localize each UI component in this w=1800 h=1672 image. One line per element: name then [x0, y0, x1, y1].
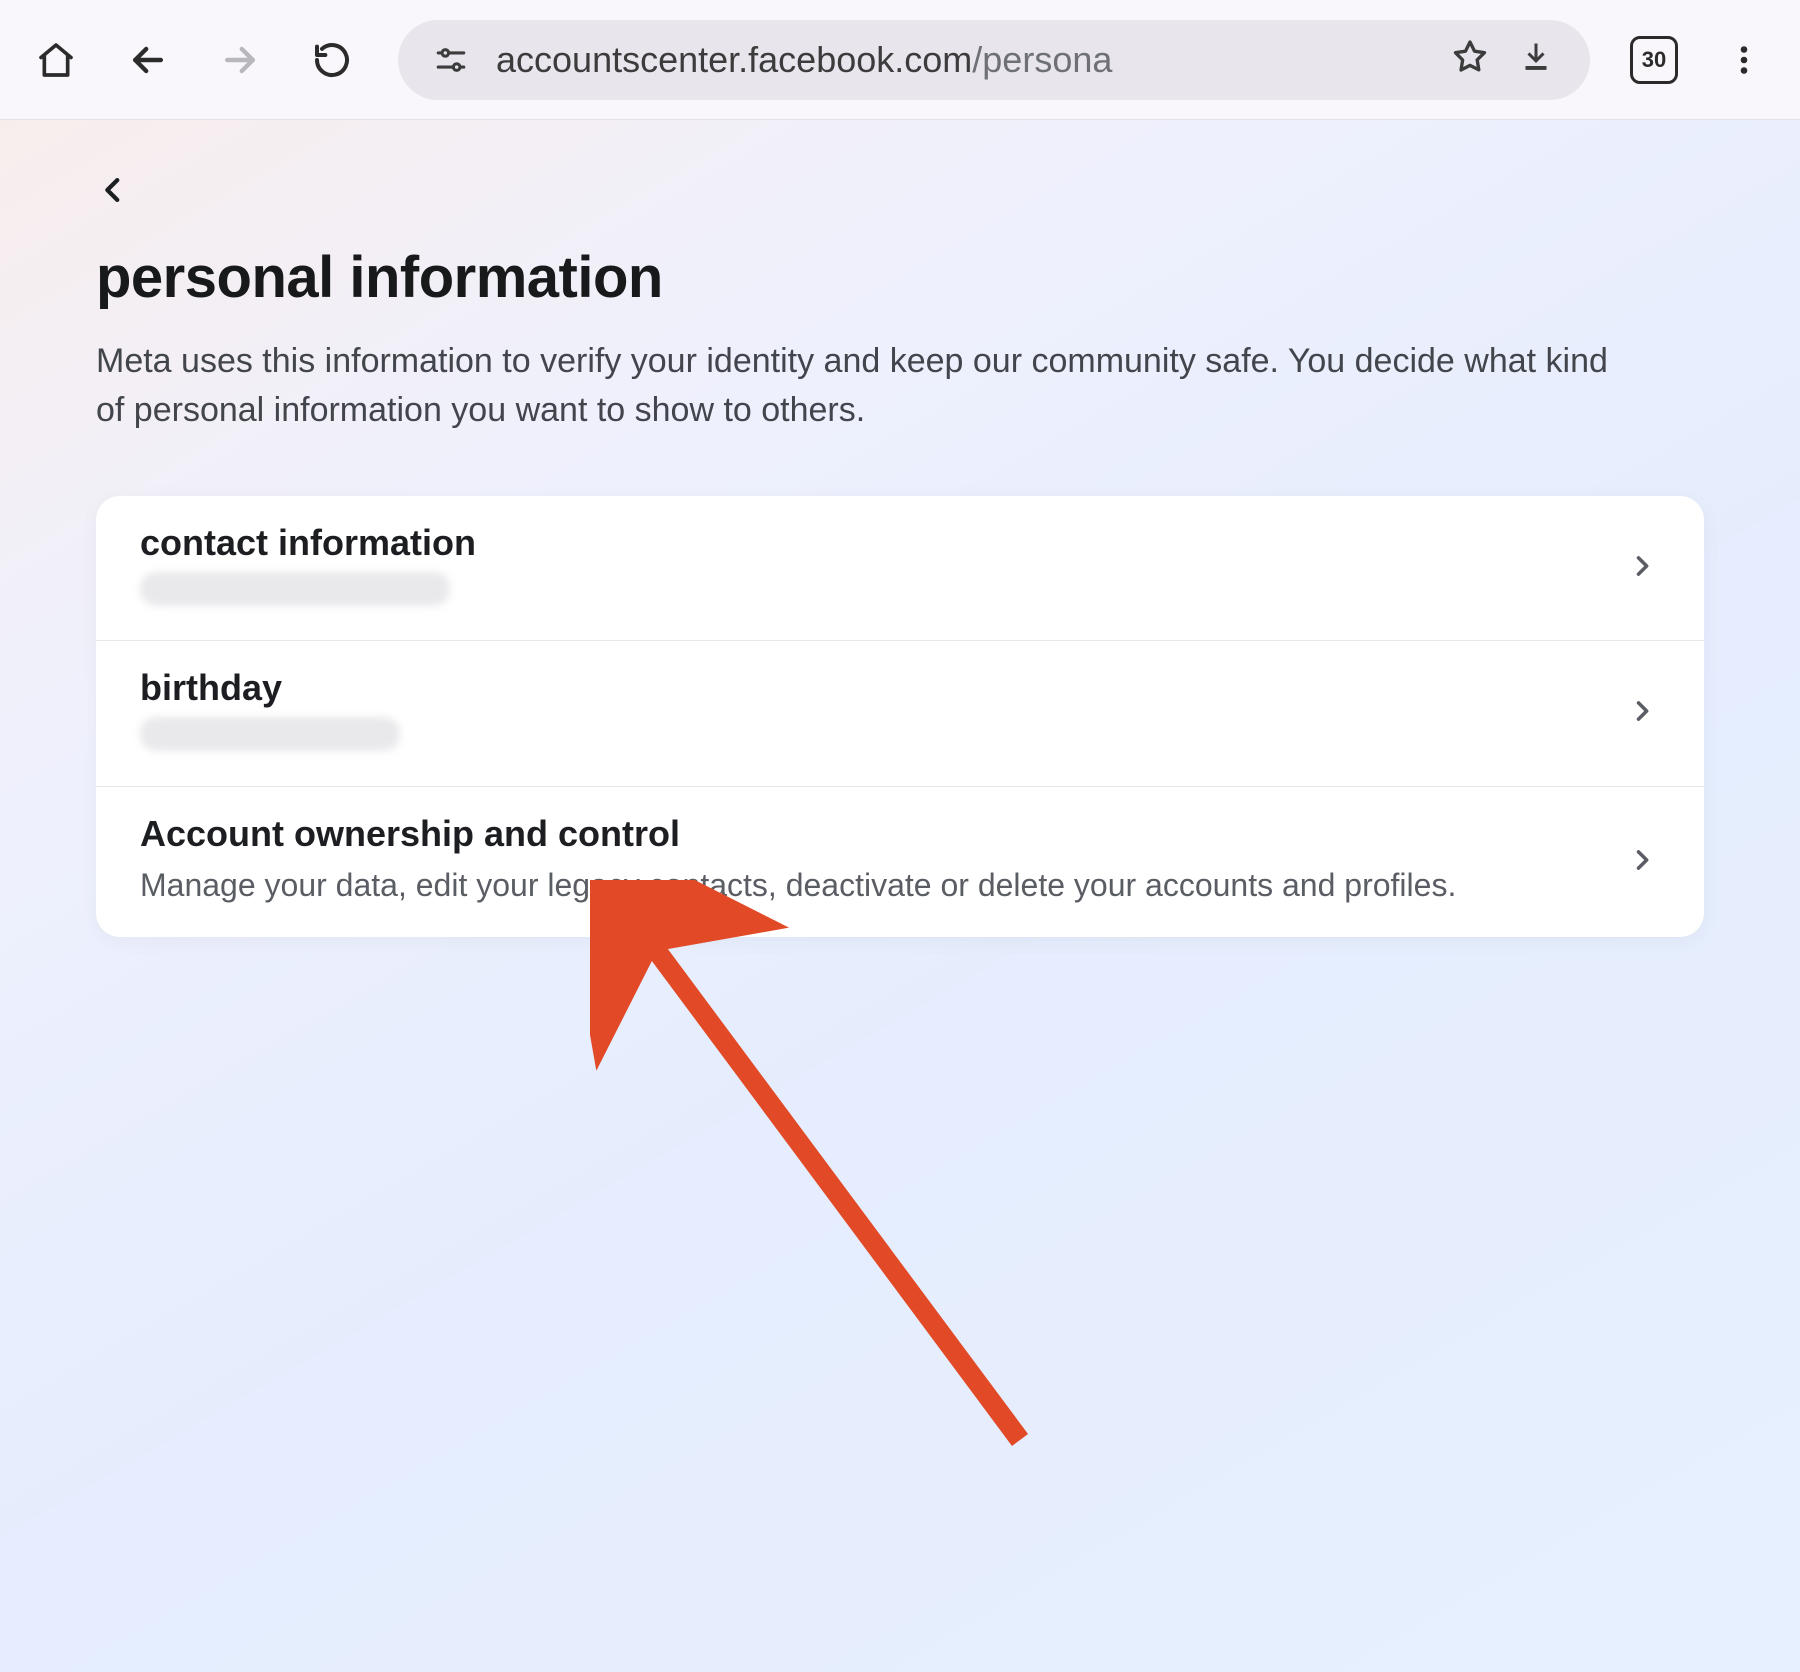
list-item-title: contact information: [140, 522, 1600, 564]
page-subtitle: Meta uses this information to verify you…: [96, 337, 1616, 436]
list-item-account-ownership[interactable]: Account ownership and control Manage you…: [96, 787, 1704, 938]
home-button[interactable]: [30, 34, 82, 86]
browser-forward-button[interactable]: [214, 34, 266, 86]
arrow-right-icon: [218, 38, 262, 82]
kebab-icon: [1726, 42, 1762, 78]
downloads-button[interactable]: [1518, 39, 1554, 80]
page-title: personal information: [96, 244, 1704, 311]
url-host: accountscenter.facebook.com: [496, 39, 972, 80]
reload-icon: [312, 40, 352, 80]
download-icon: [1518, 39, 1554, 80]
list-item-title: Account ownership and control: [140, 813, 1600, 855]
settings-card: contact information · birthday Account o…: [96, 496, 1704, 938]
url-text: accountscenter.facebook.com/persona: [496, 39, 1422, 81]
chevron-right-icon: [1624, 693, 1660, 729]
page-back-button[interactable]: [96, 168, 144, 216]
list-item-title: birthday: [140, 667, 1600, 709]
annotation-arrow-icon: [590, 880, 1050, 1480]
browser-back-button[interactable]: [122, 34, 174, 86]
tab-count-button[interactable]: 30: [1630, 36, 1678, 84]
url-path: /persona: [972, 39, 1112, 80]
list-item-birthday[interactable]: birthday: [96, 641, 1704, 787]
bookmark-button[interactable]: [1450, 37, 1490, 82]
browser-toolbar: accountscenter.facebook.com/persona 30: [0, 0, 1800, 120]
browser-menu-button[interactable]: [1718, 34, 1770, 86]
home-icon: [36, 40, 76, 80]
arrow-left-icon: [126, 38, 170, 82]
list-item-subtitle: Manage your data, edit your legacy conta…: [140, 863, 1600, 908]
site-settings-icon[interactable]: [434, 43, 468, 77]
list-item-contact-information[interactable]: contact information ·: [96, 496, 1704, 641]
chevron-right-icon: [1624, 842, 1660, 878]
address-bar[interactable]: accountscenter.facebook.com/persona: [398, 20, 1590, 100]
star-icon: [1450, 37, 1490, 82]
tab-count-value: 30: [1642, 47, 1666, 73]
list-item-subtitle: ·: [140, 572, 450, 606]
reload-button[interactable]: [306, 34, 358, 86]
list-item-subtitle: [140, 717, 400, 751]
chevron-left-icon: [96, 173, 130, 212]
chevron-right-icon: [1624, 548, 1660, 584]
page-area: personal information Meta uses this info…: [0, 120, 1800, 1672]
